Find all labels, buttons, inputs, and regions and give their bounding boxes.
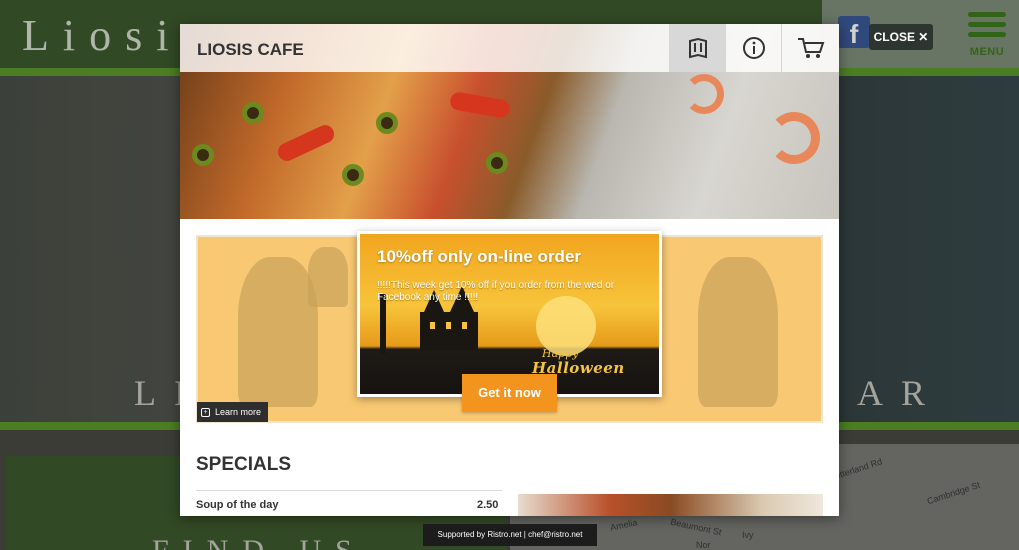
specials-divider [196, 490, 502, 491]
olive-decoration [376, 112, 398, 134]
house-window [430, 322, 435, 329]
cart-icon[interactable] [781, 24, 839, 72]
house-window [462, 322, 467, 329]
expand-icon: + [201, 407, 210, 417]
shrimp-decoration [684, 74, 724, 114]
restaurant-modal: LIOSIS CAFE + Learn more 10%off only on-… [180, 24, 839, 516]
promo-card: 10%off only on-line order !!!!!This week… [357, 231, 662, 397]
special-item-price: 2.50 [477, 499, 499, 511]
haunted-house-decoration [420, 286, 478, 350]
blurred-tree [698, 257, 778, 407]
promo-description: !!!!!This week get 10% off if you order … [377, 280, 615, 303]
pepper-decoration [275, 122, 337, 164]
close-button[interactable]: CLOSE ✕ [869, 24, 933, 50]
shrimp-decoration [768, 112, 820, 164]
pepper-decoration [448, 90, 512, 120]
olive-decoration [192, 144, 214, 166]
blurred-tower [308, 247, 348, 307]
special-food-image [518, 494, 823, 516]
learn-more-button[interactable]: + Learn more [197, 402, 269, 422]
learn-more-label: Learn more [215, 407, 262, 417]
specials-title: SPECIALS [196, 454, 292, 475]
promo-heading: 10%off only on-line order [377, 247, 582, 266]
get-it-now-button[interactable]: Get it now [462, 374, 557, 412]
halloween-image: 10%off only on-line order !!!!!This week… [360, 234, 659, 394]
blurred-tree [238, 257, 318, 407]
info-icon[interactable] [725, 24, 781, 72]
menu-book-icon[interactable] [669, 24, 725, 72]
olive-decoration [486, 152, 508, 174]
olive-decoration [242, 102, 264, 124]
modal-title: LIOSIS CAFE [197, 40, 304, 59]
modal-header: LIOSIS CAFE [180, 24, 839, 72]
footer-credit[interactable]: Supported by Ristro.net | chef@ristro.ne… [423, 524, 597, 546]
special-item-name: Soup of the day [196, 499, 279, 511]
house-window [446, 322, 451, 329]
olive-decoration [342, 164, 364, 186]
